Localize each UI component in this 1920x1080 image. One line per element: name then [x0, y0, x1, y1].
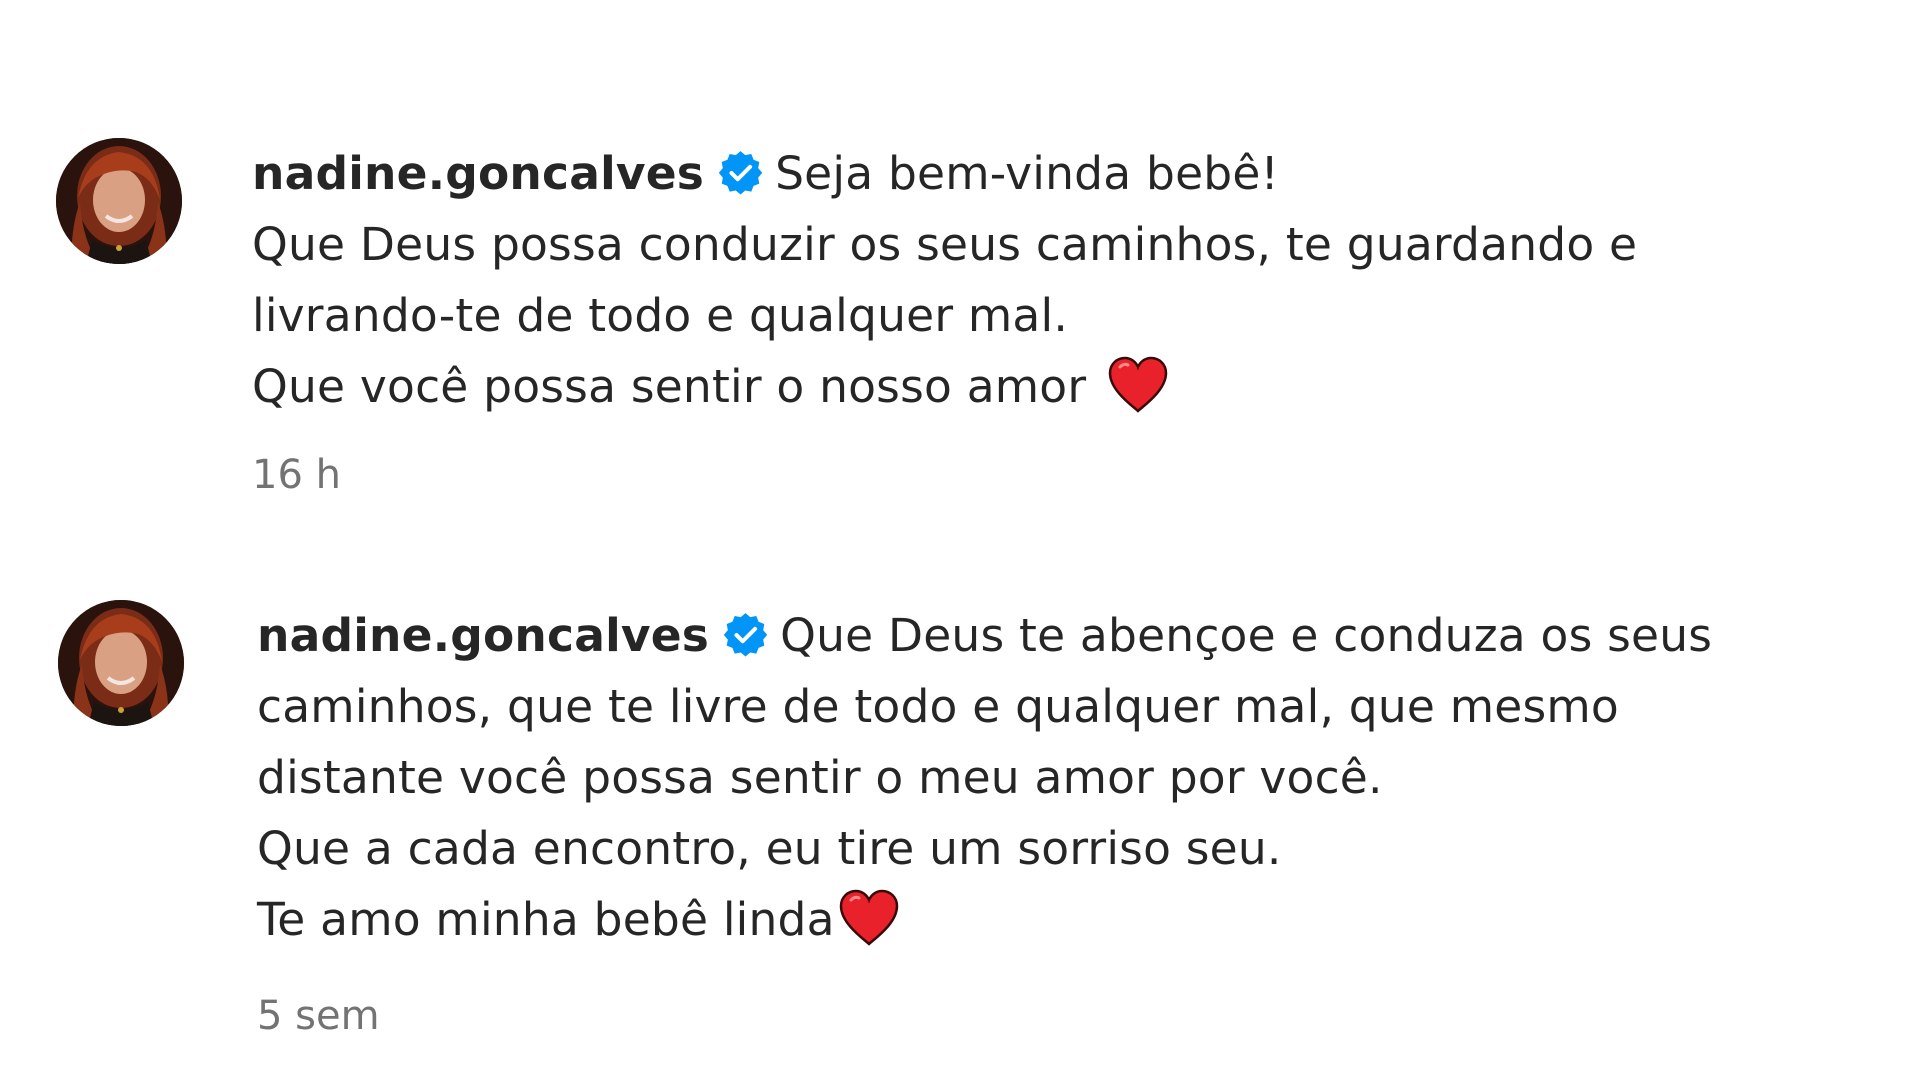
comment-last-line: Que você possa sentir o nosso amor	[252, 351, 1812, 422]
avatar[interactable]	[58, 600, 184, 726]
comment-first-line: nadine.goncalves Que Deus te abençoe e co…	[257, 600, 1817, 671]
red-heart-icon	[837, 888, 901, 948]
verified-badge-icon	[723, 612, 768, 657]
red-heart-icon	[1106, 355, 1170, 415]
comment-text-line: Que a cada encontro, eu tire um sorriso …	[257, 822, 1282, 875]
verified-badge-icon	[718, 150, 763, 195]
comment-timestamp[interactable]: 16 h	[252, 450, 1812, 500]
comment-text-line: Que você possa sentir o nosso amor	[252, 360, 1087, 413]
comment-last-line: Te amo minha bebê linda	[257, 884, 1817, 955]
comment-text-line: Que Deus possa conduzir os seus caminhos…	[252, 218, 1638, 271]
username-link[interactable]: nadine.goncalves	[257, 609, 709, 662]
comment-text-line: distante você possa sentir o meu amor po…	[257, 751, 1383, 804]
comment-body: nadine.goncalves Que Deus te abençoe e co…	[257, 600, 1817, 1041]
avatar[interactable]	[56, 138, 182, 264]
comment-body: nadine.goncalves Seja bem-vinda bebê! Que…	[252, 138, 1812, 500]
comment-text-line: caminhos, que te livre de todo e qualque…	[257, 680, 1619, 733]
comment-first-line: nadine.goncalves Seja bem-vinda bebê!	[252, 138, 1812, 209]
comment-timestamp[interactable]: 5 sem	[257, 991, 1817, 1041]
comment-text-line: Te amo minha bebê linda	[257, 893, 835, 946]
comment-text-line: Seja bem-vinda bebê!	[775, 147, 1279, 200]
comment-text-line: Que Deus te abençoe e conduza os seus	[780, 609, 1713, 662]
username-link[interactable]: nadine.goncalves	[252, 147, 704, 200]
comment-text-line: livrando-te de todo e qualquer mal.	[252, 289, 1069, 342]
